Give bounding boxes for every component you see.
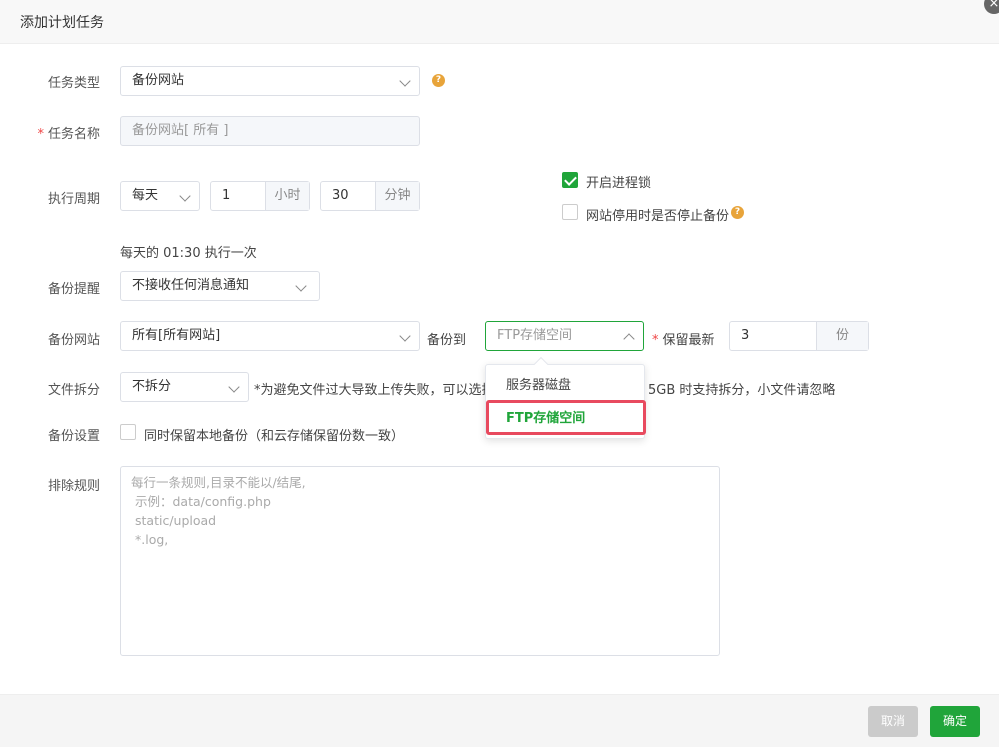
- period-summary: 每天的 01:30 执行一次: [120, 246, 257, 261]
- stop-backup-label: 网站停用时是否停止备份: [586, 209, 730, 224]
- required-mark: *: [37, 127, 44, 142]
- help-icon[interactable]: ?: [432, 74, 445, 87]
- chevron-up-icon: [623, 333, 635, 345]
- period-frequency-value: 每天: [132, 188, 159, 203]
- dropdown-option-server-disk[interactable]: 服务器磁盘: [486, 371, 646, 401]
- period-label: 执行周期: [47, 192, 100, 207]
- file-split-select[interactable]: 不拆分: [120, 372, 249, 402]
- chevron-down-icon: [295, 280, 307, 292]
- task-type-label: 任务类型: [47, 76, 100, 91]
- exclude-rules-label: 排除规则: [47, 479, 100, 494]
- task-name-input[interactable]: 备份网站[ 所有 ]: [120, 116, 420, 146]
- backup-alert-select[interactable]: 不接收任何消息通知: [120, 271, 320, 301]
- keep-count-unit: 份: [816, 322, 868, 350]
- confirm-button[interactable]: 确定: [930, 706, 980, 737]
- hour-value: 1: [222, 188, 231, 203]
- backup-to-select[interactable]: FTP存储空间: [485, 321, 644, 351]
- placeholder-line: 示例：data/config.php: [135, 494, 271, 509]
- placeholder-line: *.log,: [135, 532, 169, 547]
- keep-local-backup-checkbox[interactable]: [120, 424, 136, 440]
- backup-settings-label: 备份设置: [47, 429, 100, 444]
- hour-input[interactable]: 1 小时: [210, 181, 310, 211]
- minute-value: 30: [332, 188, 349, 203]
- keep-local-backup-label: 同时保留本地备份（和云存储保留份数一致）: [144, 429, 405, 444]
- help-icon[interactable]: ?: [731, 206, 744, 219]
- stop-backup-checkbox[interactable]: [562, 204, 578, 220]
- dialog-title: 添加计划任务: [20, 15, 104, 31]
- exclude-rules-textarea[interactable]: 每行一条规则,目录不能以/结尾, 示例：data/config.php stat…: [120, 466, 720, 656]
- backup-site-label: 备份网站: [47, 333, 100, 348]
- process-lock-checkbox[interactable]: [562, 172, 578, 188]
- chevron-down-icon: [228, 381, 240, 393]
- minute-unit: 分钟: [375, 182, 419, 210]
- chevron-down-icon: [399, 75, 411, 87]
- backup-to-label: 备份到: [427, 333, 467, 348]
- process-lock-label: 开启进程锁: [586, 176, 652, 191]
- selection-highlight: [486, 400, 646, 435]
- dialog-titlebar: 添加计划任务: [0, 0, 999, 44]
- period-frequency-select[interactable]: 每天: [120, 181, 200, 211]
- dropdown-arrow: [533, 356, 549, 372]
- keep-count-value: 3: [741, 328, 750, 343]
- dialog-footer: 取消 确定: [0, 694, 999, 747]
- placeholder-line: 每行一条规则,目录不能以/结尾,: [131, 475, 306, 490]
- task-type-value: 备份网站: [132, 73, 185, 88]
- file-split-note: *为避免文件过大导致上传失败，可以选择拆: [254, 383, 508, 398]
- hour-unit: 小时: [265, 182, 309, 210]
- task-name-label: * 任务名称: [37, 127, 100, 142]
- file-split-value: 不拆分: [132, 379, 172, 394]
- backup-site-select[interactable]: 所有[所有网站]: [120, 321, 420, 351]
- placeholder-line: static/upload: [135, 513, 217, 528]
- minute-input[interactable]: 30 分钟: [320, 181, 420, 211]
- keep-latest-label: * 保留最新: [652, 333, 715, 348]
- backup-site-value: 所有[所有网站]: [132, 328, 221, 343]
- file-split-note-tail: 5GB 时支持拆分，小文件请忽略: [648, 383, 836, 398]
- task-type-select[interactable]: 备份网站: [120, 66, 420, 96]
- backup-alert-value: 不接收任何消息通知: [132, 278, 250, 293]
- file-split-label: 文件拆分: [47, 383, 100, 398]
- cancel-button[interactable]: 取消: [868, 706, 918, 737]
- backup-alert-label: 备份提醒: [47, 282, 100, 297]
- keep-count-input[interactable]: 3 份: [729, 321, 869, 351]
- task-name-value: 备份网站[ 所有 ]: [132, 123, 229, 138]
- chevron-down-icon: [399, 330, 411, 342]
- backup-to-value: FTP存储空间: [497, 328, 573, 343]
- add-cron-task-dialog: 添加计划任务 × 任务类型 备份网站 ? * 任务名称 备份网站[ 所有 ] 执行…: [0, 0, 999, 747]
- chevron-down-icon: [179, 190, 191, 202]
